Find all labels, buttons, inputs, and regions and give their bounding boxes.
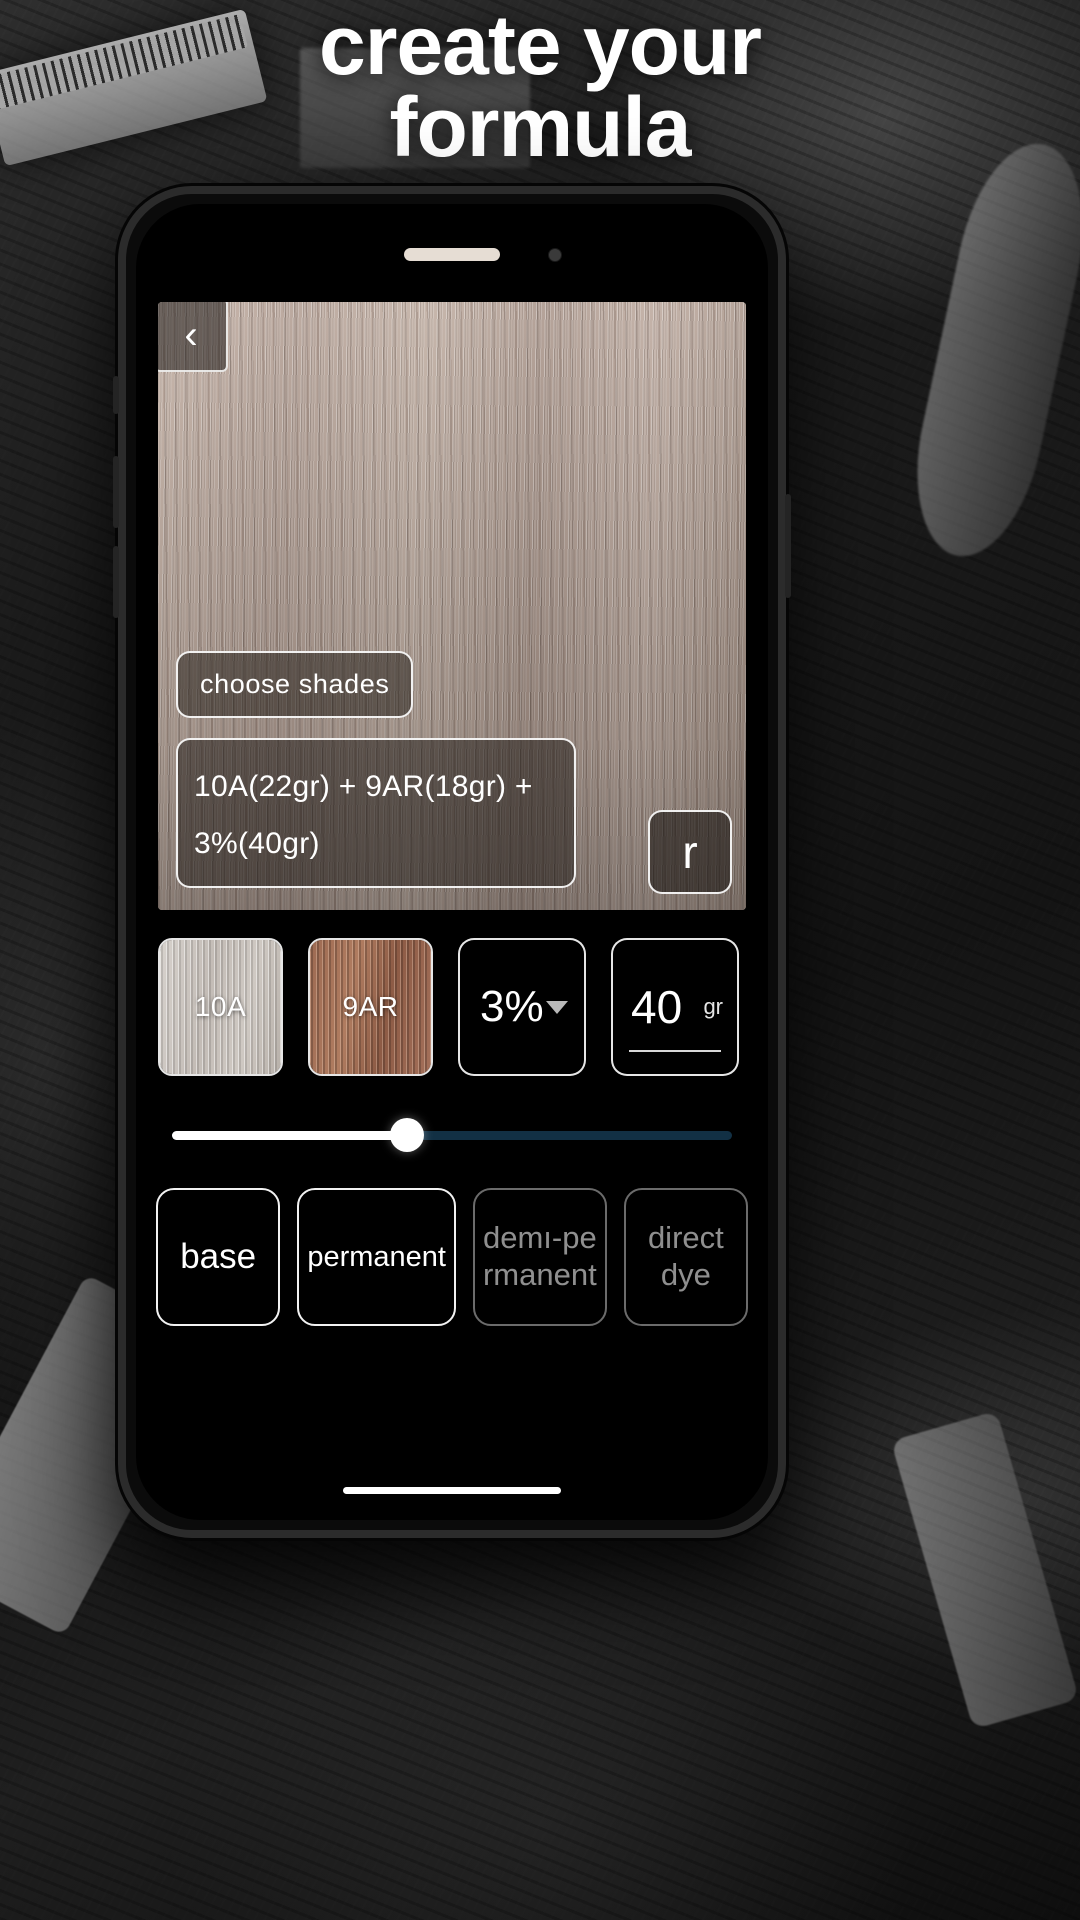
developer-volume-value: 3%	[480, 982, 544, 1031]
hair-preview-card: ‹ choose shades 10A(22gr) + 9AR(18gr) + …	[158, 302, 746, 910]
tool-object-right	[890, 1410, 1080, 1730]
amount-slider[interactable]	[172, 1118, 732, 1152]
choose-shades-button[interactable]: choose shades	[176, 651, 414, 718]
phone-volume-up-button[interactable]	[113, 456, 119, 528]
scissors-object	[897, 132, 1080, 568]
type-button-direct-dye[interactable]: direct dye	[623, 1188, 748, 1326]
shade-swatch-label-9ar: 9AR	[342, 991, 399, 1022]
back-button[interactable]: ‹	[158, 302, 228, 372]
gram-amount-field[interactable]: 40 gr	[611, 938, 739, 1076]
shade-swatch-10a[interactable]: 10A	[158, 938, 283, 1076]
phone-notch-area	[136, 204, 768, 286]
phone-mute-switch[interactable]	[113, 376, 119, 414]
earpiece-speaker	[404, 248, 500, 261]
front-camera-icon	[548, 248, 562, 262]
shade-control-row: 10A 9AR 3% 40 gr	[158, 938, 746, 1076]
developer-volume-select[interactable]: 3%	[458, 938, 586, 1076]
headline: create your formula	[0, 3, 1080, 175]
type-button-base[interactable]: base	[156, 1188, 281, 1326]
shade-swatch-9ar[interactable]: 9AR	[308, 938, 433, 1076]
phone-power-button[interactable]	[785, 494, 791, 598]
phone-mockup: ‹ choose shades 10A(22gr) + 9AR(18gr) + …	[113, 186, 791, 1538]
type-button-direct-dye-label: direct dye	[647, 1220, 724, 1292]
phone-volume-down-button[interactable]	[113, 546, 119, 618]
chevron-left-icon: ‹	[184, 313, 198, 357]
formula-text: 10A(22gr) + 9AR(18gr) + 3%(40gr)	[194, 770, 533, 860]
slider-fill	[172, 1130, 408, 1140]
type-button-base-label: base	[180, 1237, 257, 1277]
headline-line-1: create your	[319, 0, 762, 92]
home-indicator	[343, 1487, 561, 1494]
choose-shades-label: choose shades	[200, 669, 390, 699]
headline-line-2: formula	[389, 80, 691, 175]
phone-screen: ‹ choose shades 10A(22gr) + 9AR(18gr) + …	[136, 204, 768, 1520]
type-button-permanent[interactable]: permanent	[297, 1188, 456, 1326]
caret-down-icon	[546, 1000, 568, 1014]
type-button-demi-permanent-label: demı-pe rmanent	[482, 1220, 597, 1292]
gram-amount-value: 40	[631, 981, 683, 1033]
reset-button[interactable]: r	[648, 810, 732, 894]
gram-field-underline	[629, 1050, 721, 1052]
shade-swatch-label-10a: 10A	[194, 991, 247, 1022]
type-button-demi-permanent[interactable]: demı-pe rmanent	[472, 1188, 607, 1326]
gram-unit-label: gr	[703, 994, 723, 1019]
type-button-permanent-label: permanent	[307, 1240, 446, 1273]
color-type-row: base permanent demı-pe rmanent direct dy…	[156, 1188, 748, 1326]
reset-button-label: r	[682, 826, 698, 878]
formula-display[interactable]: 10A(22gr) + 9AR(18gr) + 3%(40gr)	[176, 738, 576, 888]
slider-knob[interactable]	[390, 1118, 425, 1152]
